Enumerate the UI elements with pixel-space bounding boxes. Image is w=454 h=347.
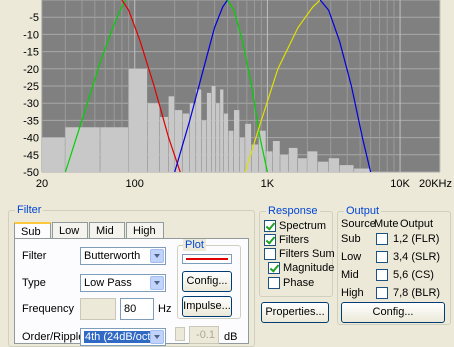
frequency-response-chart: -5-10-15-20-25-30-35-40-45-50 20 100 1K 10K… (0, 0, 454, 196)
spectrum-bar (216, 103, 220, 172)
spectrum-bar (354, 168, 371, 172)
order-ripple-label: Order/Ripple (22, 331, 85, 343)
spectrum-bar (168, 96, 175, 172)
output-channel-label: 7,8 (BLR) (393, 287, 441, 299)
filter-group-title: Filter (15, 204, 44, 216)
response-label: Magnitude (283, 262, 335, 274)
mute-checkbox[interactable] (376, 233, 388, 245)
output-group-title: Output (344, 205, 382, 217)
y-tick-label: -25 (23, 81, 39, 93)
type-label: Type (22, 277, 46, 289)
order-select[interactable]: 4th (24dB/oct) (80, 328, 166, 346)
spectrum-bar (223, 113, 229, 172)
output-channel-label: 3,4 (SLR) (393, 251, 441, 263)
y-tick-label: -5 (29, 12, 39, 24)
spectrum-bar (159, 116, 169, 172)
response-checkbox-phase[interactable] (268, 277, 280, 289)
tab-low[interactable]: Low (52, 222, 88, 239)
output-source-label: High (341, 287, 364, 299)
x-tick-label: 10K (390, 178, 410, 190)
y-tick-label: -15 (23, 47, 39, 59)
spectrum-bar (147, 103, 160, 172)
output-config-button[interactable]: Config... (341, 302, 445, 323)
source-header: Source (341, 218, 376, 230)
ripple-unit: dB (224, 331, 238, 343)
mute-checkbox[interactable] (376, 287, 388, 299)
response-label: Spectrum (279, 220, 327, 232)
spectrum-bar (100, 127, 129, 172)
spectrum-bar (65, 127, 100, 172)
spectrum-bar (42, 137, 65, 172)
spectrum-bar (272, 141, 280, 172)
spectrum-bar (211, 86, 216, 172)
frequency-label: Frequency (22, 303, 74, 315)
spectrum-bar (206, 92, 212, 172)
spectrum-bar (288, 147, 298, 172)
plot-config-button[interactable]: Config... (182, 271, 232, 292)
x-tick-label: 20 (36, 178, 48, 190)
impulse-button[interactable]: Impulse... (182, 296, 232, 317)
frequency-unit: Hz (158, 303, 172, 315)
output-source-label: Mid (341, 269, 359, 281)
spectrum-bar (220, 89, 224, 172)
x-tick-label: 100 (126, 178, 144, 190)
mute-checkbox[interactable] (376, 269, 388, 281)
spectrum-bar (328, 158, 340, 172)
y-tick-label: -20 (23, 64, 39, 76)
spectrum-bar (196, 89, 202, 172)
response-checkbox-filters-sum[interactable] (264, 248, 276, 260)
ripple-input[interactable]: -0.1 (189, 326, 219, 344)
y-tick-label: -40 (23, 133, 39, 145)
spectrum-bar (174, 110, 183, 172)
x-tick-label: 20KHz (419, 178, 452, 190)
spectrum-bar (245, 123, 252, 172)
output-channel-label: 1,2 (FLR) (393, 233, 440, 245)
spectrum-bar (339, 165, 354, 172)
chevron-down-icon[interactable] (150, 330, 164, 344)
response-label: Phase (283, 277, 315, 289)
spectrum-bar (297, 158, 307, 172)
response-label: Filters Sum (279, 248, 335, 260)
frequency-preset-field (80, 298, 116, 320)
y-tick-label: -35 (23, 115, 39, 127)
response-group-title: Response (266, 205, 320, 217)
spectrum-bar (307, 151, 318, 172)
response-label: Filters (279, 234, 309, 246)
filter-label: Filter (22, 250, 47, 262)
output-source-label: Sub (341, 233, 361, 245)
spectrum-bar (317, 161, 329, 172)
x-tick-label: 1K (261, 178, 275, 190)
y-tick-label: -10 (23, 29, 39, 41)
response-checkbox-filters[interactable] (264, 234, 276, 246)
output-header: Output (400, 218, 434, 230)
chevron-down-icon[interactable] (150, 249, 164, 263)
output-channel-label: 5,6 (CS) (393, 269, 434, 281)
spectrum-bar (189, 103, 196, 172)
tab-mid[interactable]: Mid (89, 222, 125, 239)
spectrum-bar (128, 68, 148, 172)
ripple-spinner[interactable] (175, 327, 185, 341)
plot-line-swatch[interactable] (182, 254, 232, 264)
y-tick-label: -30 (23, 98, 39, 110)
filter-select[interactable]: Butterworth (80, 247, 166, 265)
spectrum-bar (233, 110, 240, 172)
plot-group-title: Plot (183, 239, 206, 251)
response-checkbox-spectrum[interactable] (264, 220, 276, 232)
spectrum-bar (280, 154, 289, 172)
y-tick-label: -45 (23, 150, 39, 162)
chevron-down-icon[interactable] (150, 276, 164, 290)
tab-high[interactable]: High (126, 222, 164, 239)
properties-button[interactable]: Properties... (261, 302, 329, 323)
spectrum-bar (201, 120, 207, 172)
frequency-input[interactable]: 80 (120, 298, 154, 320)
mute-checkbox[interactable] (376, 251, 388, 263)
type-select[interactable]: Low Pass (80, 274, 166, 292)
output-source-label: Low (341, 251, 362, 263)
spectrum-bar (239, 137, 245, 172)
response-checkbox-magnitude[interactable] (268, 262, 280, 274)
spectrum-bar (228, 130, 234, 172)
mute-header: Mute (374, 218, 399, 230)
